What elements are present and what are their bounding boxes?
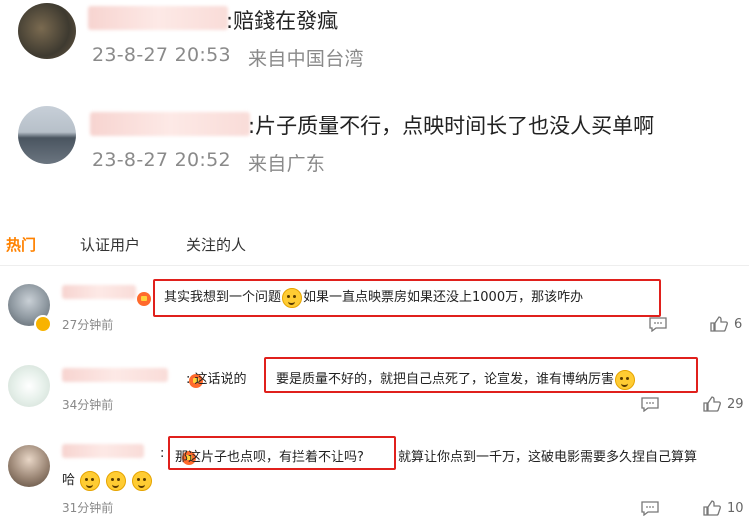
comment-icon — [641, 397, 659, 412]
avatar[interactable] — [18, 106, 76, 164]
tab-verified-users[interactable]: 认证用户 — [80, 234, 140, 255]
username-blurred[interactable] — [62, 285, 136, 299]
verified-icon — [34, 315, 52, 333]
like-icon — [703, 396, 721, 412]
comment-text-line2: 哈 — [62, 469, 153, 491]
like-icon — [710, 316, 728, 332]
comment-time: 23-8-27 20:53 — [92, 44, 231, 66]
emoji-icon — [80, 470, 101, 491]
tab-following[interactable]: 关注的人 — [186, 234, 246, 255]
like-count: 6 — [734, 316, 743, 332]
like-icon — [703, 500, 721, 516]
comment-text: 就算让你点到一千万，这破电影需要多久捏自己算算 — [398, 450, 698, 465]
emoji-icon — [132, 470, 153, 491]
divider — [0, 265, 749, 266]
avatar[interactable] — [8, 445, 50, 487]
avatar[interactable] — [18, 3, 76, 59]
highlight-box — [168, 436, 396, 470]
vip-badge-icon — [137, 291, 151, 306]
highlight-box — [153, 279, 661, 317]
emoji-icon — [106, 470, 127, 491]
username-blurred[interactable] — [62, 444, 144, 458]
comment-time: 27分钟前 — [62, 318, 114, 332]
username-blurred[interactable] — [88, 6, 228, 30]
comment-button[interactable] — [648, 316, 668, 332]
comment-text-part: 哈 — [62, 473, 76, 488]
comment-button[interactable] — [640, 396, 660, 412]
like-count: 10 — [727, 500, 744, 516]
like-button[interactable]: 6 — [710, 316, 742, 332]
comment-time: 31分钟前 — [62, 501, 114, 515]
comment-time: 23-8-27 20:52 — [92, 149, 231, 171]
comment-prefix: : — [160, 446, 165, 461]
like-count: 29 — [727, 396, 744, 412]
like-button[interactable]: 29 — [703, 396, 744, 412]
comment-button[interactable] — [640, 500, 660, 516]
avatar[interactable] — [8, 365, 50, 407]
comment-icon — [641, 501, 659, 516]
comment-location: 来自广东 — [248, 153, 326, 175]
comment-text: :赔錢在發瘋 — [226, 9, 339, 33]
username-blurred[interactable] — [90, 112, 250, 136]
reply-prefix: : 这话说的 — [186, 372, 247, 387]
like-button[interactable]: 10 — [703, 500, 744, 516]
comment-text: :片子质量不行，点映时间长了也没人买单啊 — [248, 114, 655, 138]
username-blurred[interactable] — [62, 368, 168, 382]
comment-time: 34分钟前 — [62, 398, 114, 412]
tab-hot[interactable]: 热门 — [6, 234, 36, 255]
highlight-box — [264, 357, 698, 393]
comment-location: 来自中国台湾 — [248, 48, 364, 70]
comment-icon — [649, 317, 667, 332]
